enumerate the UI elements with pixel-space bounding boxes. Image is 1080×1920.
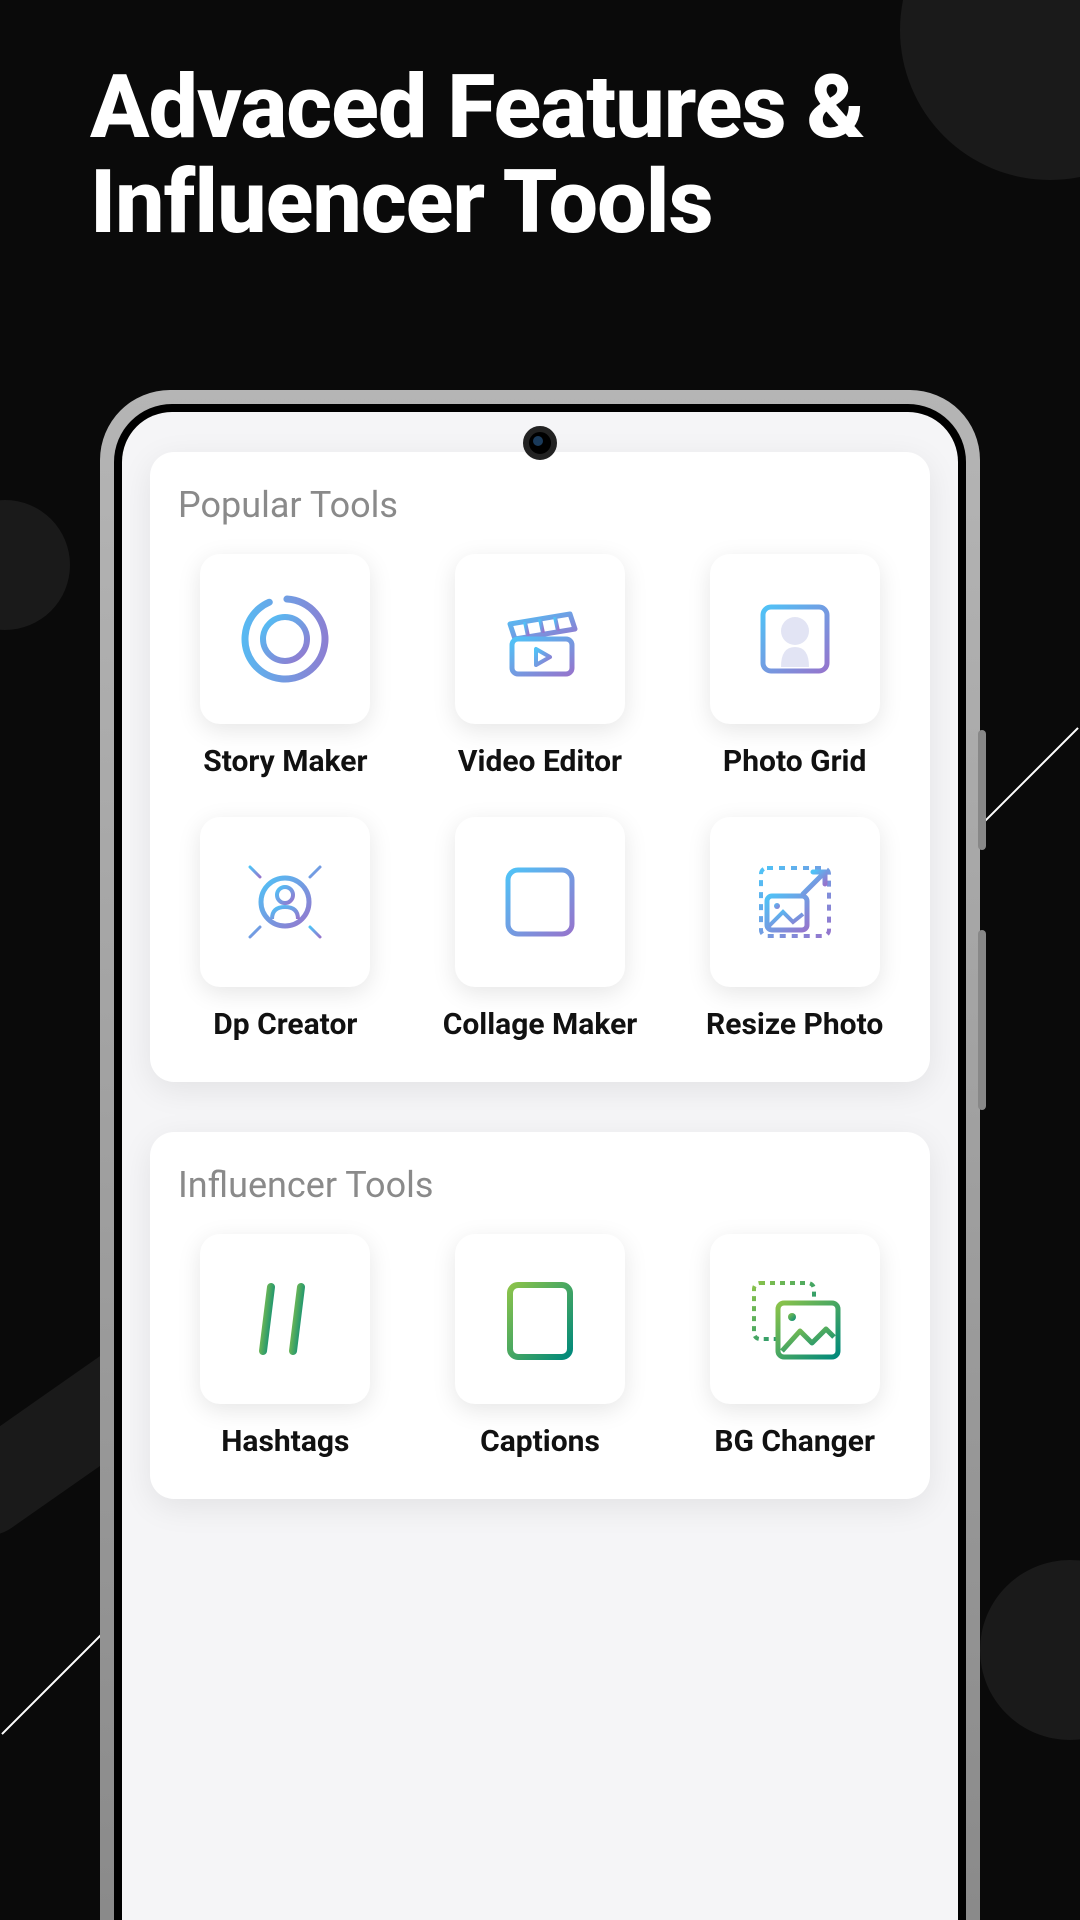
phone-side-button	[978, 930, 986, 1110]
captions-tile	[455, 1234, 625, 1404]
tool-bg-changer[interactable]: BG Changer	[687, 1234, 902, 1459]
photo-grid-tile	[710, 554, 880, 724]
collage-maker-icon	[490, 852, 590, 952]
tool-photo-grid[interactable]: Photo Grid	[687, 554, 902, 779]
hero-title: Advaced Features & Influencer Tools	[90, 60, 864, 250]
captions-icon	[490, 1269, 590, 1369]
video-editor-icon	[490, 589, 590, 689]
decoration-circle	[900, 0, 1080, 180]
collage-maker-tile	[455, 817, 625, 987]
tool-label: Video Editor	[458, 744, 622, 779]
influencer-tools-grid: Hashtags	[178, 1234, 902, 1459]
tool-captions[interactable]: Captions	[433, 1234, 648, 1459]
popular-tools-title: Popular Tools	[178, 484, 902, 526]
tool-dp-creator[interactable]: Dp Creator	[178, 817, 393, 1042]
decoration-line	[1, 1627, 108, 1734]
app-screen: Popular Tools Story Maker	[122, 412, 958, 1920]
hashtags-tile	[200, 1234, 370, 1404]
popular-tools-card: Popular Tools Story Maker	[150, 452, 930, 1082]
tool-label: Resize Photo	[706, 1007, 883, 1042]
influencer-tools-card: Influencer Tools Hashtags	[150, 1132, 930, 1499]
resize-photo-tile	[710, 817, 880, 987]
photo-grid-icon	[745, 589, 845, 689]
video-editor-tile	[455, 554, 625, 724]
tool-resize-photo[interactable]: Resize Photo	[687, 817, 902, 1042]
decoration-circle	[980, 1560, 1080, 1740]
decoration-line	[971, 727, 1078, 834]
phone-mockup: Popular Tools Story Maker	[100, 390, 980, 1920]
hero-title-line2: Influencer Tools	[90, 155, 864, 250]
tool-label: Photo Grid	[723, 744, 867, 779]
influencer-tools-title: Influencer Tools	[178, 1164, 902, 1206]
tool-collage-maker[interactable]: Collage Maker	[433, 817, 648, 1042]
popular-tools-grid: Story Maker	[178, 554, 902, 1042]
story-maker-tile	[200, 554, 370, 724]
phone-bezel: Popular Tools Story Maker	[114, 404, 966, 1920]
bg-changer-icon	[740, 1269, 850, 1369]
phone-camera	[523, 426, 557, 460]
tool-video-editor[interactable]: Video Editor	[433, 554, 648, 779]
phone-side-button	[978, 730, 986, 850]
tool-label: Collage Maker	[443, 1007, 638, 1042]
tool-label: Dp Creator	[213, 1007, 357, 1042]
dp-creator-icon	[230, 847, 340, 957]
dp-creator-tile	[200, 817, 370, 987]
bg-changer-tile	[710, 1234, 880, 1404]
hero-title-line1: Advaced Features &	[90, 60, 864, 155]
decoration-circle	[0, 500, 70, 630]
tool-label: BG Changer	[714, 1424, 875, 1459]
tool-label: Story Maker	[203, 744, 367, 779]
hashtags-icon	[235, 1269, 335, 1369]
tool-hashtags[interactable]: Hashtags	[178, 1234, 393, 1459]
resize-photo-icon	[745, 852, 845, 952]
tool-label: Captions	[480, 1424, 600, 1459]
tool-story-maker[interactable]: Story Maker	[178, 554, 393, 779]
tool-label: Hashtags	[221, 1424, 349, 1459]
story-maker-icon	[235, 589, 335, 689]
